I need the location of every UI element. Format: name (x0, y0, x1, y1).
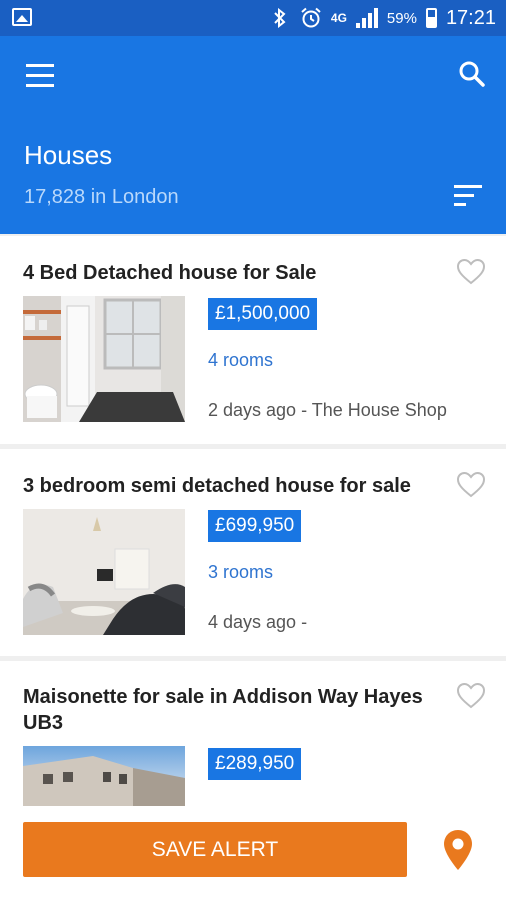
save-alert-button[interactable]: SAVE ALERT (23, 822, 407, 877)
favorite-heart-icon[interactable] (456, 682, 486, 709)
listing-photo[interactable] (23, 296, 185, 422)
price-badge: £699,950 (208, 510, 302, 542)
battery-percent: 59% (386, 9, 417, 27)
status-bar: 4G 59% 17:21 (0, 0, 506, 36)
rooms-count: 3 rooms (208, 562, 274, 582)
listing-title: Maisonette for sale in Addison Way Hayes… (23, 686, 423, 734)
network-type-label: 4G (330, 10, 347, 25)
listing-card[interactable]: 4 Bed Detached house for Sale £1,500,000… (0, 236, 506, 444)
sort-icon[interactable] (454, 185, 482, 207)
listing-photo[interactable] (23, 509, 185, 635)
price-badge: £289,950 (208, 748, 302, 780)
image-notification-icon (12, 8, 32, 26)
alarm-clock-icon (300, 7, 322, 29)
signal-strength-icon (355, 8, 378, 28)
listing-meta: 2 days ago - The House Shop (208, 400, 447, 420)
bottom-action-bar: SAVE ALERT (0, 806, 506, 900)
listing-meta: 4 days ago - (208, 612, 308, 632)
listing-title: 4 Bed Detached house for Sale (23, 262, 317, 284)
app-bar: Houses 17,828 in London (0, 36, 506, 234)
map-pin-icon[interactable] (442, 828, 474, 872)
listing-photo[interactable] (23, 746, 185, 806)
clock-time: 17:21 (445, 6, 496, 29)
favorite-heart-icon[interactable] (456, 258, 486, 285)
listing-title: 3 bedroom semi detached house for sale (23, 475, 411, 497)
listing-card[interactable]: 3 bedroom semi detached house for sale £… (0, 449, 506, 656)
favorite-heart-icon[interactable] (456, 471, 486, 498)
bluetooth-icon (269, 7, 291, 29)
battery-icon (425, 8, 437, 28)
search-icon[interactable] (458, 60, 486, 88)
listing-card[interactable]: Maisonette for sale in Addison Way Hayes… (0, 661, 506, 806)
results-count: 17,828 in London (24, 186, 179, 208)
status-icons: 4G 59% 17:21 (269, 6, 496, 30)
hamburger-menu-icon[interactable] (26, 64, 54, 88)
rooms-count: 4 rooms (208, 350, 274, 370)
price-badge: £1,500,000 (208, 298, 318, 330)
page-title: Houses (24, 140, 113, 170)
